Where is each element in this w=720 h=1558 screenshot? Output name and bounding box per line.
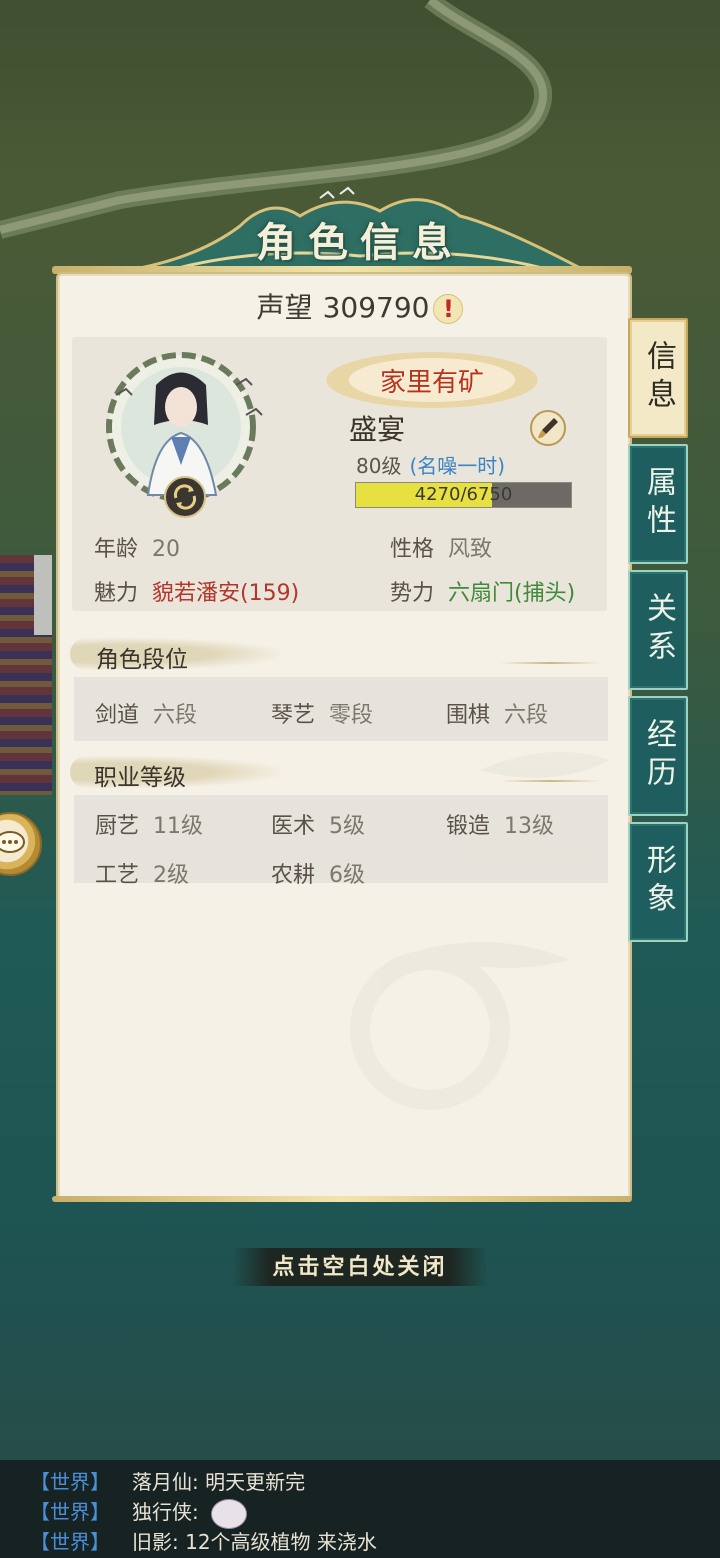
profession-label: 厨艺	[95, 814, 140, 839]
chat-line: 【世界】 落月仙: 明天更新完	[30, 1466, 305, 1495]
exp-progress-text: 4270/6750	[414, 484, 513, 505]
chat-text: 落月仙: 明天更新完	[132, 1470, 306, 1494]
profession-value: 2级	[153, 863, 190, 888]
rank-label: 围棋	[446, 703, 491, 728]
faction-stat[interactable]: 势力 六扇门(捕头)	[390, 575, 575, 607]
rank-value: 六段	[504, 703, 549, 728]
prestige-label: 声望	[256, 291, 313, 324]
level-line: 80级 (名噪一时)	[356, 450, 505, 479]
chat-channel: 【世界】	[30, 1530, 110, 1554]
panel-frame-bottom	[52, 1196, 632, 1202]
profession-item: 厨艺 11级	[95, 808, 203, 840]
ranks-header-rule	[500, 662, 600, 664]
close-hint-button[interactable]: 点击空白处关闭	[232, 1248, 488, 1286]
ranks-title: 角色段位	[96, 647, 188, 673]
chat-line: 【世界】 旧影: 12个高级植物 来浇水	[30, 1526, 377, 1555]
chat-line: 【世界】 独行侠:	[30, 1496, 247, 1529]
tab-label: 属性	[641, 466, 676, 542]
rank-label: 剑道	[95, 703, 140, 728]
personality-stat: 性格 风致	[390, 531, 492, 563]
faction-value[interactable]: 六扇门(捕头)	[448, 581, 575, 606]
tab-label: 形象	[641, 844, 676, 920]
bamboo-watermark	[350, 752, 610, 1110]
charm-value: 貌若潘安(159)	[152, 581, 300, 606]
map-wall-decoration	[34, 555, 52, 635]
tab-appearance[interactable]: 形象	[628, 822, 688, 942]
faction-label: 势力	[390, 581, 435, 606]
rank-item: 围棋 六段	[446, 697, 548, 729]
personality-value: 风致	[448, 537, 493, 562]
chat-bubble-button[interactable]	[0, 812, 42, 876]
tab-label: 关系	[641, 592, 676, 668]
rank-item: 琴艺 零段	[271, 697, 373, 729]
speech-bubble-icon	[0, 831, 25, 853]
age-value: 20	[152, 537, 181, 562]
title-badge[interactable]: 家里有矿	[326, 362, 538, 399]
age-label: 年龄	[94, 537, 139, 562]
tab-attributes[interactable]: 属性	[628, 444, 688, 564]
chat-channel: 【世界】	[30, 1500, 110, 1524]
professions-title: 职业等级	[94, 765, 186, 791]
tab-label: 信息	[641, 340, 676, 416]
rank-value: 零段	[329, 703, 374, 728]
page-title: 角色信息	[256, 219, 464, 266]
brush-icon	[538, 418, 558, 439]
prestige-row: 声望 309790!	[0, 286, 720, 326]
profession-label: 医术	[271, 814, 316, 839]
profession-value: 11级	[153, 814, 204, 839]
world-chat-panel[interactable]: 【世界】 落月仙: 明天更新完 【世界】 独行侠: 【世界】 旧影: 12个高级植物 …	[0, 1460, 720, 1558]
charm-stat: 魅力 貌若潘安(159)	[94, 575, 299, 607]
chat-text: 旧影: 12个高级植物 来浇水	[132, 1530, 377, 1554]
tab-relations[interactable]: 关系	[628, 570, 688, 690]
prestige-value: 309790	[322, 291, 430, 324]
charm-label: 魅力	[94, 581, 139, 606]
panel-header: 角色信息	[140, 186, 580, 276]
chat-text: 独行侠:	[132, 1500, 199, 1524]
rank-item: 剑道 六段	[95, 697, 197, 729]
character-name: 盛宴	[349, 413, 406, 446]
personality-label: 性格	[390, 537, 435, 562]
exp-progress-bar: 4270/6750	[355, 482, 572, 508]
fame-value: (名噪一时)	[409, 454, 506, 478]
emoji-sticker-icon	[210, 1498, 247, 1529]
rank-value: 六段	[153, 703, 198, 728]
profession-label: 工艺	[95, 863, 140, 888]
rename-button[interactable]	[530, 410, 566, 446]
profession-label: 农耕	[271, 863, 316, 888]
swap-icon[interactable]	[164, 476, 206, 518]
profession-item: 工艺 2级	[95, 857, 189, 889]
tab-label: 经历	[641, 718, 676, 794]
refresh-arrows-icon	[173, 484, 197, 510]
tab-info[interactable]: 信息	[628, 318, 688, 438]
age-stat: 年龄 20	[94, 531, 180, 563]
exclamation-icon[interactable]: !	[433, 294, 464, 324]
rank-label: 琴艺	[271, 703, 316, 728]
chat-channel: 【世界】	[30, 1470, 110, 1494]
level-value: 80级	[356, 454, 402, 478]
tab-history[interactable]: 经历	[628, 696, 688, 816]
